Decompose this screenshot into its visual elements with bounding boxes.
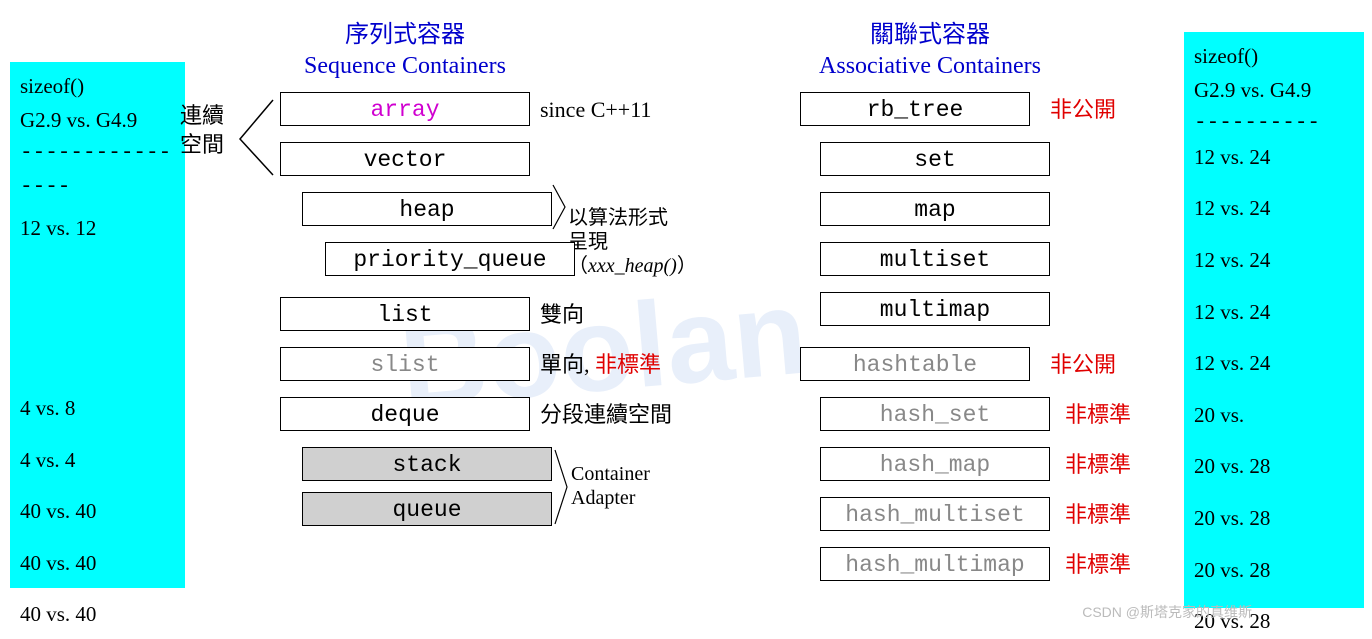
note-heap-txt: 以算法形式呈現（xxx_heap()） bbox=[568, 207, 697, 277]
size-row: 4 vs. 8 bbox=[20, 392, 175, 426]
divider: ---------------- bbox=[20, 137, 175, 204]
size-row: 20 vs. 28 bbox=[1194, 490, 1354, 536]
size-row: 12 vs. 24 bbox=[1194, 232, 1354, 278]
sizeof-right: sizeof() G2.9 vs. G4.9 ---------- 12 vs.… bbox=[1184, 32, 1364, 608]
box-priority-queue: priority_queue bbox=[325, 242, 575, 276]
box-rbtree: rb_tree bbox=[800, 92, 1030, 126]
box-hash-map: hash_map bbox=[820, 447, 1050, 481]
size-row: 12 vs. 24 bbox=[1194, 141, 1354, 175]
box-slist: slist bbox=[280, 347, 530, 381]
assoc-header: 關聯式容器 Associative Containers bbox=[790, 20, 1070, 82]
note-slist: 單向, 非標準 bbox=[540, 352, 661, 378]
size-row: 40 vs. 40 bbox=[20, 535, 175, 581]
box-hash-multiset: hash_multiset bbox=[820, 497, 1050, 531]
box-multimap: multimap bbox=[820, 292, 1050, 326]
box-multiset: multiset bbox=[820, 242, 1050, 276]
contiguous-label: 連續空間 bbox=[180, 102, 230, 159]
note-heap: 以算法形式呈現（xxx_heap()） bbox=[568, 182, 705, 278]
note-list: 雙向 bbox=[540, 302, 584, 328]
assoc-header-cn: 關聯式容器 bbox=[790, 20, 1070, 51]
adapter-connector bbox=[552, 447, 570, 527]
note-hash-multimap: 非標準 bbox=[1065, 552, 1131, 578]
box-hash-set: hash_set bbox=[820, 397, 1050, 431]
box-hashtable: hashtable bbox=[800, 347, 1030, 381]
note-slist-1: 單向, bbox=[540, 352, 590, 377]
note-deque: 分段連續空間 bbox=[540, 402, 672, 428]
note-hash-map: 非標準 bbox=[1065, 452, 1131, 478]
box-array: array bbox=[280, 92, 530, 126]
size-row: 12 vs. 12 bbox=[20, 204, 175, 246]
angle-connector bbox=[235, 97, 275, 177]
sizeof-title: sizeof() bbox=[20, 70, 175, 104]
size-row: 12 vs. 24 bbox=[1194, 335, 1354, 381]
note-slist-2: 非標準 bbox=[595, 352, 661, 377]
box-deque: deque bbox=[280, 397, 530, 431]
size-row: 20 vs. bbox=[1194, 387, 1354, 433]
size-row: 12 vs. 24 bbox=[1194, 284, 1354, 330]
sequence-column: 序列式容器 Sequence Containers 連續空間 array sin… bbox=[185, 20, 705, 92]
box-map: map bbox=[820, 192, 1050, 226]
box-queue: queue bbox=[302, 492, 552, 526]
box-hash-multimap: hash_multimap bbox=[820, 547, 1050, 581]
box-list: list bbox=[280, 297, 530, 331]
size-row: 20 vs. 28 bbox=[1194, 542, 1354, 588]
size-row: 12 vs. 24 bbox=[1194, 180, 1354, 226]
size-row: 20 vs. 28 bbox=[1194, 438, 1354, 484]
sizeof-title: sizeof() bbox=[1194, 40, 1354, 74]
csdn-watermark: CSDN @斯塔克家的真维斯 bbox=[1082, 602, 1252, 622]
seq-header: 序列式容器 Sequence Containers bbox=[275, 20, 535, 82]
sizeof-left: sizeof() G2.9 vs. G4.9 ---------------- … bbox=[10, 62, 185, 588]
note-hash-multiset: 非標準 bbox=[1065, 502, 1131, 528]
box-set: set bbox=[820, 142, 1050, 176]
box-heap: heap bbox=[302, 192, 552, 226]
note-hash-set: 非標準 bbox=[1065, 402, 1131, 428]
box-stack: stack bbox=[302, 447, 552, 481]
size-row: 40 vs. 40 bbox=[20, 586, 175, 632]
note-rbtree: 非公開 bbox=[1050, 97, 1116, 123]
seq-header-cn: 序列式容器 bbox=[275, 20, 535, 51]
size-row: 4 vs. 4 bbox=[20, 432, 175, 478]
box-vector: vector bbox=[280, 142, 530, 176]
associative-column: 關聯式容器 Associative Containers rb_tree 非公開… bbox=[720, 20, 1180, 92]
note-adapter: ContainerAdapter bbox=[571, 462, 650, 510]
divider: ---------- bbox=[1194, 107, 1354, 141]
heap-connector bbox=[550, 182, 568, 232]
sizeof-subtitle: G2.9 vs. G4.9 bbox=[1194, 74, 1354, 108]
seq-header-en: Sequence Containers bbox=[275, 51, 535, 82]
contiguous-text: 連續空間 bbox=[180, 103, 224, 157]
assoc-header-en: Associative Containers bbox=[790, 51, 1070, 82]
note-array: since C++11 bbox=[540, 97, 651, 123]
note-hashtable: 非公開 bbox=[1050, 352, 1116, 378]
sizeof-subtitle: G2.9 vs. G4.9 bbox=[20, 104, 175, 138]
size-row: 40 vs. 40 bbox=[20, 483, 175, 529]
